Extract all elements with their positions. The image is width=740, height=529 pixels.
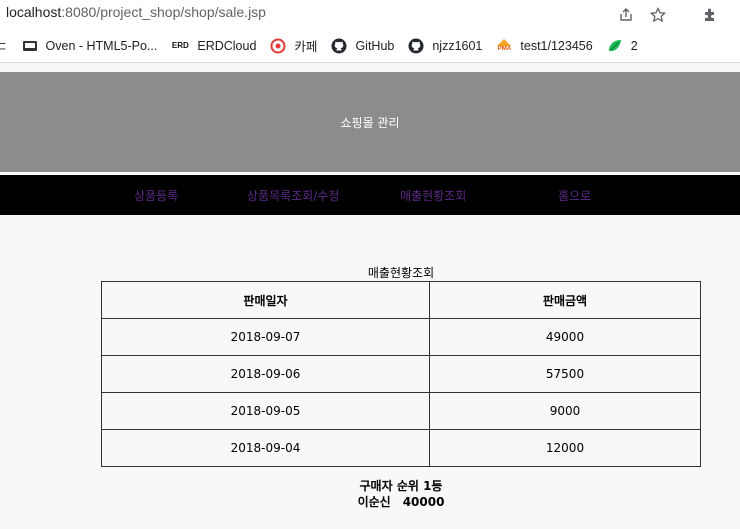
top-buyer-name: 이순신 [357, 495, 391, 509]
bookmark-star-icon[interactable] [642, 0, 674, 29]
url-host: localhost [6, 4, 62, 20]
table-header-row: 판매일자 판매금액 [101, 281, 701, 319]
url-text[interactable]: localhost:8080/project_shop/shop/sale.js… [6, 4, 266, 20]
browser-url-bar[interactable]: localhost:8080/project_shop/shop/sale.js… [0, 0, 740, 29]
bookmarks-bar: ㄷ Oven - HTML5-Po... ERD ERDCloud 카페 Git… [0, 29, 740, 63]
bookmark-label: 2 [630, 38, 638, 53]
top-buyer-info: 이순신 40000 [101, 494, 701, 510]
cafe-icon [270, 38, 286, 54]
bookmark-test1[interactable]: PMA test1/123456 [496, 29, 593, 62]
sales-table-caption: 매출현황조회 [367, 266, 435, 280]
bookmark-oven[interactable]: Oven - HTML5-Po... [22, 29, 158, 62]
top-buyer-title: 구매자 순위 1등 [359, 479, 443, 493]
bookmark-erdcloud[interactable]: ERD ERDCloud [171, 29, 257, 62]
bookmark-label: njzz1601 [432, 38, 483, 53]
sale-date-cell: 2018-09-07 [101, 318, 430, 356]
sale-date-cell: 2018-09-05 [101, 392, 430, 430]
sale-amount-cell: 12000 [429, 429, 701, 467]
table-row: 2018-09-05 9000 [101, 392, 701, 430]
sales-table: 판매일자 판매금액 2018-09-07 49000 2018-09-06 57… [101, 281, 701, 467]
url-path: :8080/project_shop/shop/sale.jsp [61, 4, 266, 20]
oven-icon [22, 38, 38, 54]
bookmark-label: GitHub [355, 38, 395, 53]
bookmark-label: 카페 [294, 40, 318, 54]
bookmark-cafe[interactable]: 카페 [270, 29, 318, 62]
github-icon [331, 38, 347, 54]
bookmark-github[interactable]: GitHub [331, 29, 395, 62]
extensions-puzzle-icon[interactable] [694, 0, 726, 29]
sale-date-cell: 2018-09-04 [101, 429, 430, 467]
page-content: 쇼핑몰 관리 상품등록 상품목록조회/수정 매출현황조회 홈으로 매출현황조회 … [0, 64, 740, 529]
erd-icon: ERD [171, 41, 189, 50]
nav-sales-status[interactable]: 매출현황조회 [400, 187, 466, 204]
green-leaf-icon [607, 38, 623, 54]
pma-icon: PMA [496, 38, 512, 54]
table-row: 2018-09-04 12000 [101, 429, 701, 467]
column-header-sale-date: 판매일자 [101, 281, 430, 319]
column-header-sale-amount: 판매금액 [429, 281, 701, 319]
table-row: 2018-09-06 57500 [101, 355, 701, 393]
github-icon [408, 38, 424, 54]
table-row: 2018-09-07 49000 [101, 318, 701, 356]
sale-amount-cell: 9000 [429, 392, 701, 430]
nav-product-register[interactable]: 상품등록 [134, 187, 178, 204]
main-nav: 상품등록 상품목록조회/수정 매출현황조회 홈으로 [0, 175, 740, 215]
sale-date-cell: 2018-09-06 [101, 355, 430, 393]
sale-amount-cell: 57500 [429, 355, 701, 393]
site-header: 쇼핑몰 관리 [0, 72, 740, 172]
bookmark-label: Oven - HTML5-Po... [45, 38, 158, 53]
nav-home[interactable]: 홈으로 [558, 187, 591, 204]
bookmark-2[interactable]: 2 [607, 29, 638, 62]
bookmark-label: ERDCloud [197, 38, 257, 53]
top-buyer-section: 구매자 순위 1등 이순신 40000 [101, 478, 701, 510]
bookmark-truncated[interactable]: ㄷ [0, 29, 8, 62]
bookmark-njzz1601[interactable]: njzz1601 [408, 29, 483, 62]
share-icon[interactable] [610, 0, 642, 29]
top-buyer-amount: 40000 [402, 495, 445, 509]
site-title: 쇼핑몰 관리 [340, 115, 400, 130]
sale-amount-cell: 49000 [429, 318, 701, 356]
bookmark-label: test1/123456 [520, 38, 593, 53]
nav-product-list[interactable]: 상품목록조회/수정 [247, 187, 339, 204]
